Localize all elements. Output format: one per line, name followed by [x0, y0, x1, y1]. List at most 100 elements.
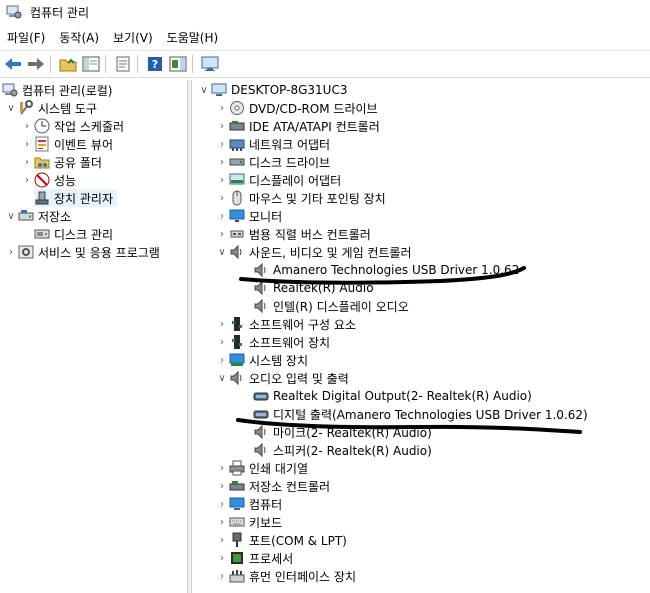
device-amanero-digital-output[interactable]: 디지털 출력(Amanero Technologies USB Driver 1… [253, 405, 588, 423]
tree-item-label: 저장소 [38, 209, 72, 224]
device-category-software-components[interactable]: › 소프트웨어 구성 요소 [215, 315, 356, 333]
chevron-down-icon[interactable]: ∨ [197, 85, 211, 96]
chevron-right-icon[interactable]: › [20, 139, 34, 150]
device-category-audio-io[interactable]: ∨ 오디오 입력 및 출력 [215, 369, 349, 387]
device-speakers[interactable]: 스피커(2- Realtek(R) Audio) [253, 441, 432, 459]
speaker-icon [253, 280, 269, 296]
chevron-right-icon[interactable]: › [215, 463, 229, 474]
software-component-icon [229, 316, 245, 332]
chevron-right-icon[interactable]: › [215, 517, 229, 528]
chevron-right-icon[interactable]: › [215, 211, 229, 222]
menu-action[interactable]: 동작(A) [52, 29, 106, 46]
chevron-down-icon[interactable]: ∨ [4, 211, 18, 222]
chevron-right-icon[interactable]: › [215, 139, 229, 150]
device-category-usb[interactable]: › 범용 직렬 버스 컨트롤러 [215, 225, 371, 243]
display-adapter-icon [229, 172, 245, 188]
chevron-right-icon[interactable]: › [215, 121, 229, 132]
tree-item-system-tools[interactable]: ∨ 시스템 도구 [4, 99, 97, 117]
chevron-right-icon[interactable]: › [215, 193, 229, 204]
device-category-keyboard[interactable]: › 키보드 [215, 513, 282, 531]
device-category-disk-drive[interactable]: › 디스크 드라이브 [215, 153, 330, 171]
menu-help[interactable]: 도움말(H) [160, 29, 226, 46]
up-folder-icon[interactable] [58, 54, 78, 74]
device-category-ports[interactable]: › 포트(COM & LPT) [215, 531, 347, 549]
chevron-right-icon[interactable]: › [215, 175, 229, 186]
chevron-right-icon[interactable]: › [215, 337, 229, 348]
properties-icon[interactable] [113, 54, 133, 74]
tree-item-disk-management[interactable]: 디스크 관리 [34, 225, 113, 243]
chevron-down-icon[interactable]: ∨ [4, 103, 18, 114]
back-arrow-icon[interactable] [3, 54, 23, 74]
tree-item-label: DVD/CD-ROM 드라이브 [249, 101, 378, 116]
chevron-right-icon[interactable]: › [215, 229, 229, 240]
show-action-pane-icon[interactable] [168, 54, 188, 74]
show-hide-console-tree-icon[interactable] [81, 54, 101, 74]
chevron-right-icon[interactable]: › [215, 535, 229, 546]
chevron-right-icon[interactable]: › [215, 157, 229, 168]
chevron-right-icon[interactable]: › [215, 499, 229, 510]
forward-arrow-icon[interactable] [26, 54, 46, 74]
chevron-right-icon[interactable]: › [215, 355, 229, 366]
chevron-right-icon[interactable]: › [215, 319, 229, 330]
device-category-computer[interactable]: › 컴퓨터 [215, 495, 282, 513]
device-amanero-usb-driver[interactable]: Amanero Technologies USB Driver 1.0.62 [253, 261, 519, 279]
device-category-ide[interactable]: › IDE ATA/ATAPI 컨트롤러 [215, 117, 380, 135]
device-category-mouse[interactable]: › 마우스 및 기타 포인팅 장치 [215, 189, 386, 207]
tree-item-event-viewer[interactable]: › 이벤트 뷰어 [20, 135, 113, 153]
device-category-print-queue[interactable]: › 인쇄 대기열 [215, 459, 308, 477]
printer-icon [229, 460, 245, 476]
device-category-sound[interactable]: ∨ 사운드, 비디오 및 게임 컨트롤러 [215, 243, 412, 261]
pane-splitter[interactable] [188, 80, 192, 593]
chevron-right-icon[interactable]: › [4, 247, 18, 258]
device-category-hid[interactable]: › 휴먼 인터페이스 장치 [215, 567, 356, 585]
device-category-software-devices[interactable]: › 소프트웨어 장치 [215, 333, 330, 351]
device-intel-display-audio[interactable]: 인텔(R) 디스플레이 오디오 [253, 297, 409, 315]
port-icon [229, 532, 245, 548]
tree-item-task-scheduler[interactable]: › 작업 스케줄러 [20, 117, 124, 135]
monitor-icon [229, 208, 245, 224]
tree-item-label: Realtek(R) Audio [273, 281, 374, 295]
device-category-processor[interactable]: › 프로세서 [215, 549, 293, 567]
tree-item-label: 인텔(R) 디스플레이 오디오 [273, 299, 409, 314]
chevron-down-icon[interactable]: ∨ [215, 373, 229, 384]
event-log-icon [34, 136, 50, 152]
speaker-icon [253, 424, 269, 440]
device-category-storage-controllers[interactable]: › 저장소 컨트롤러 [215, 477, 330, 495]
device-category-display-adapter[interactable]: › 디스플레이 어댑터 [215, 171, 341, 189]
device-category-network[interactable]: › 네트워크 어댑터 [215, 135, 330, 153]
tree-item-performance[interactable]: › 성능 [20, 171, 76, 189]
mouse-icon [229, 190, 245, 206]
device-microphone[interactable]: 마이크(2- Realtek(R) Audio) [253, 423, 432, 441]
tree-item-label: 성능 [54, 173, 77, 188]
tree-item-computer-management[interactable]: 컴퓨터 관리(로컬) [2, 81, 112, 99]
chevron-right-icon[interactable]: › [215, 571, 229, 582]
chevron-right-icon[interactable]: › [20, 157, 34, 168]
network-adapter-icon [229, 136, 245, 152]
tree-item-label: 인쇄 대기열 [249, 461, 309, 476]
device-category-dvd[interactable]: › DVD/CD-ROM 드라이브 [215, 99, 378, 117]
chevron-right-icon[interactable]: › [20, 175, 34, 186]
device-category-monitor[interactable]: › 모니터 [215, 207, 282, 225]
tree-item-services-applications[interactable]: › 서비스 및 응용 프로그램 [4, 243, 160, 261]
tree-item-label: 소프트웨어 장치 [249, 335, 331, 350]
device-realtek-audio[interactable]: Realtek(R) Audio [253, 279, 374, 297]
tree-item-label: 컴퓨터 [249, 497, 283, 512]
chevron-right-icon[interactable]: › [215, 481, 229, 492]
computer-icon [229, 496, 245, 512]
chevron-right-icon[interactable]: › [215, 103, 229, 114]
device-realtek-digital-output[interactable]: Realtek Digital Output(2- Realtek(R) Aud… [253, 387, 532, 405]
monitor-icon[interactable] [200, 54, 220, 74]
help-icon[interactable]: ? [145, 54, 165, 74]
chevron-right-icon[interactable]: › [215, 553, 229, 564]
device-category-system-devices[interactable]: › 시스템 장치 [215, 351, 308, 369]
chevron-right-icon[interactable]: › [20, 121, 34, 132]
menu-file[interactable]: 파일(F) [0, 29, 52, 46]
speaker-icon [253, 298, 269, 314]
tree-item-device-manager[interactable]: 장치 관리자 [34, 189, 118, 207]
menu-view[interactable]: 보기(V) [106, 29, 160, 46]
tree-item-storage[interactable]: ∨ 저장소 [4, 207, 71, 225]
tree-item-shared-folders[interactable]: › 공유 폴더 [20, 153, 102, 171]
tree-item-label: 소프트웨어 구성 요소 [249, 317, 356, 332]
tree-item-computer-root[interactable]: ∨ DESKTOP-8G31UC3 [197, 81, 347, 99]
chevron-down-icon[interactable]: ∨ [215, 247, 229, 258]
